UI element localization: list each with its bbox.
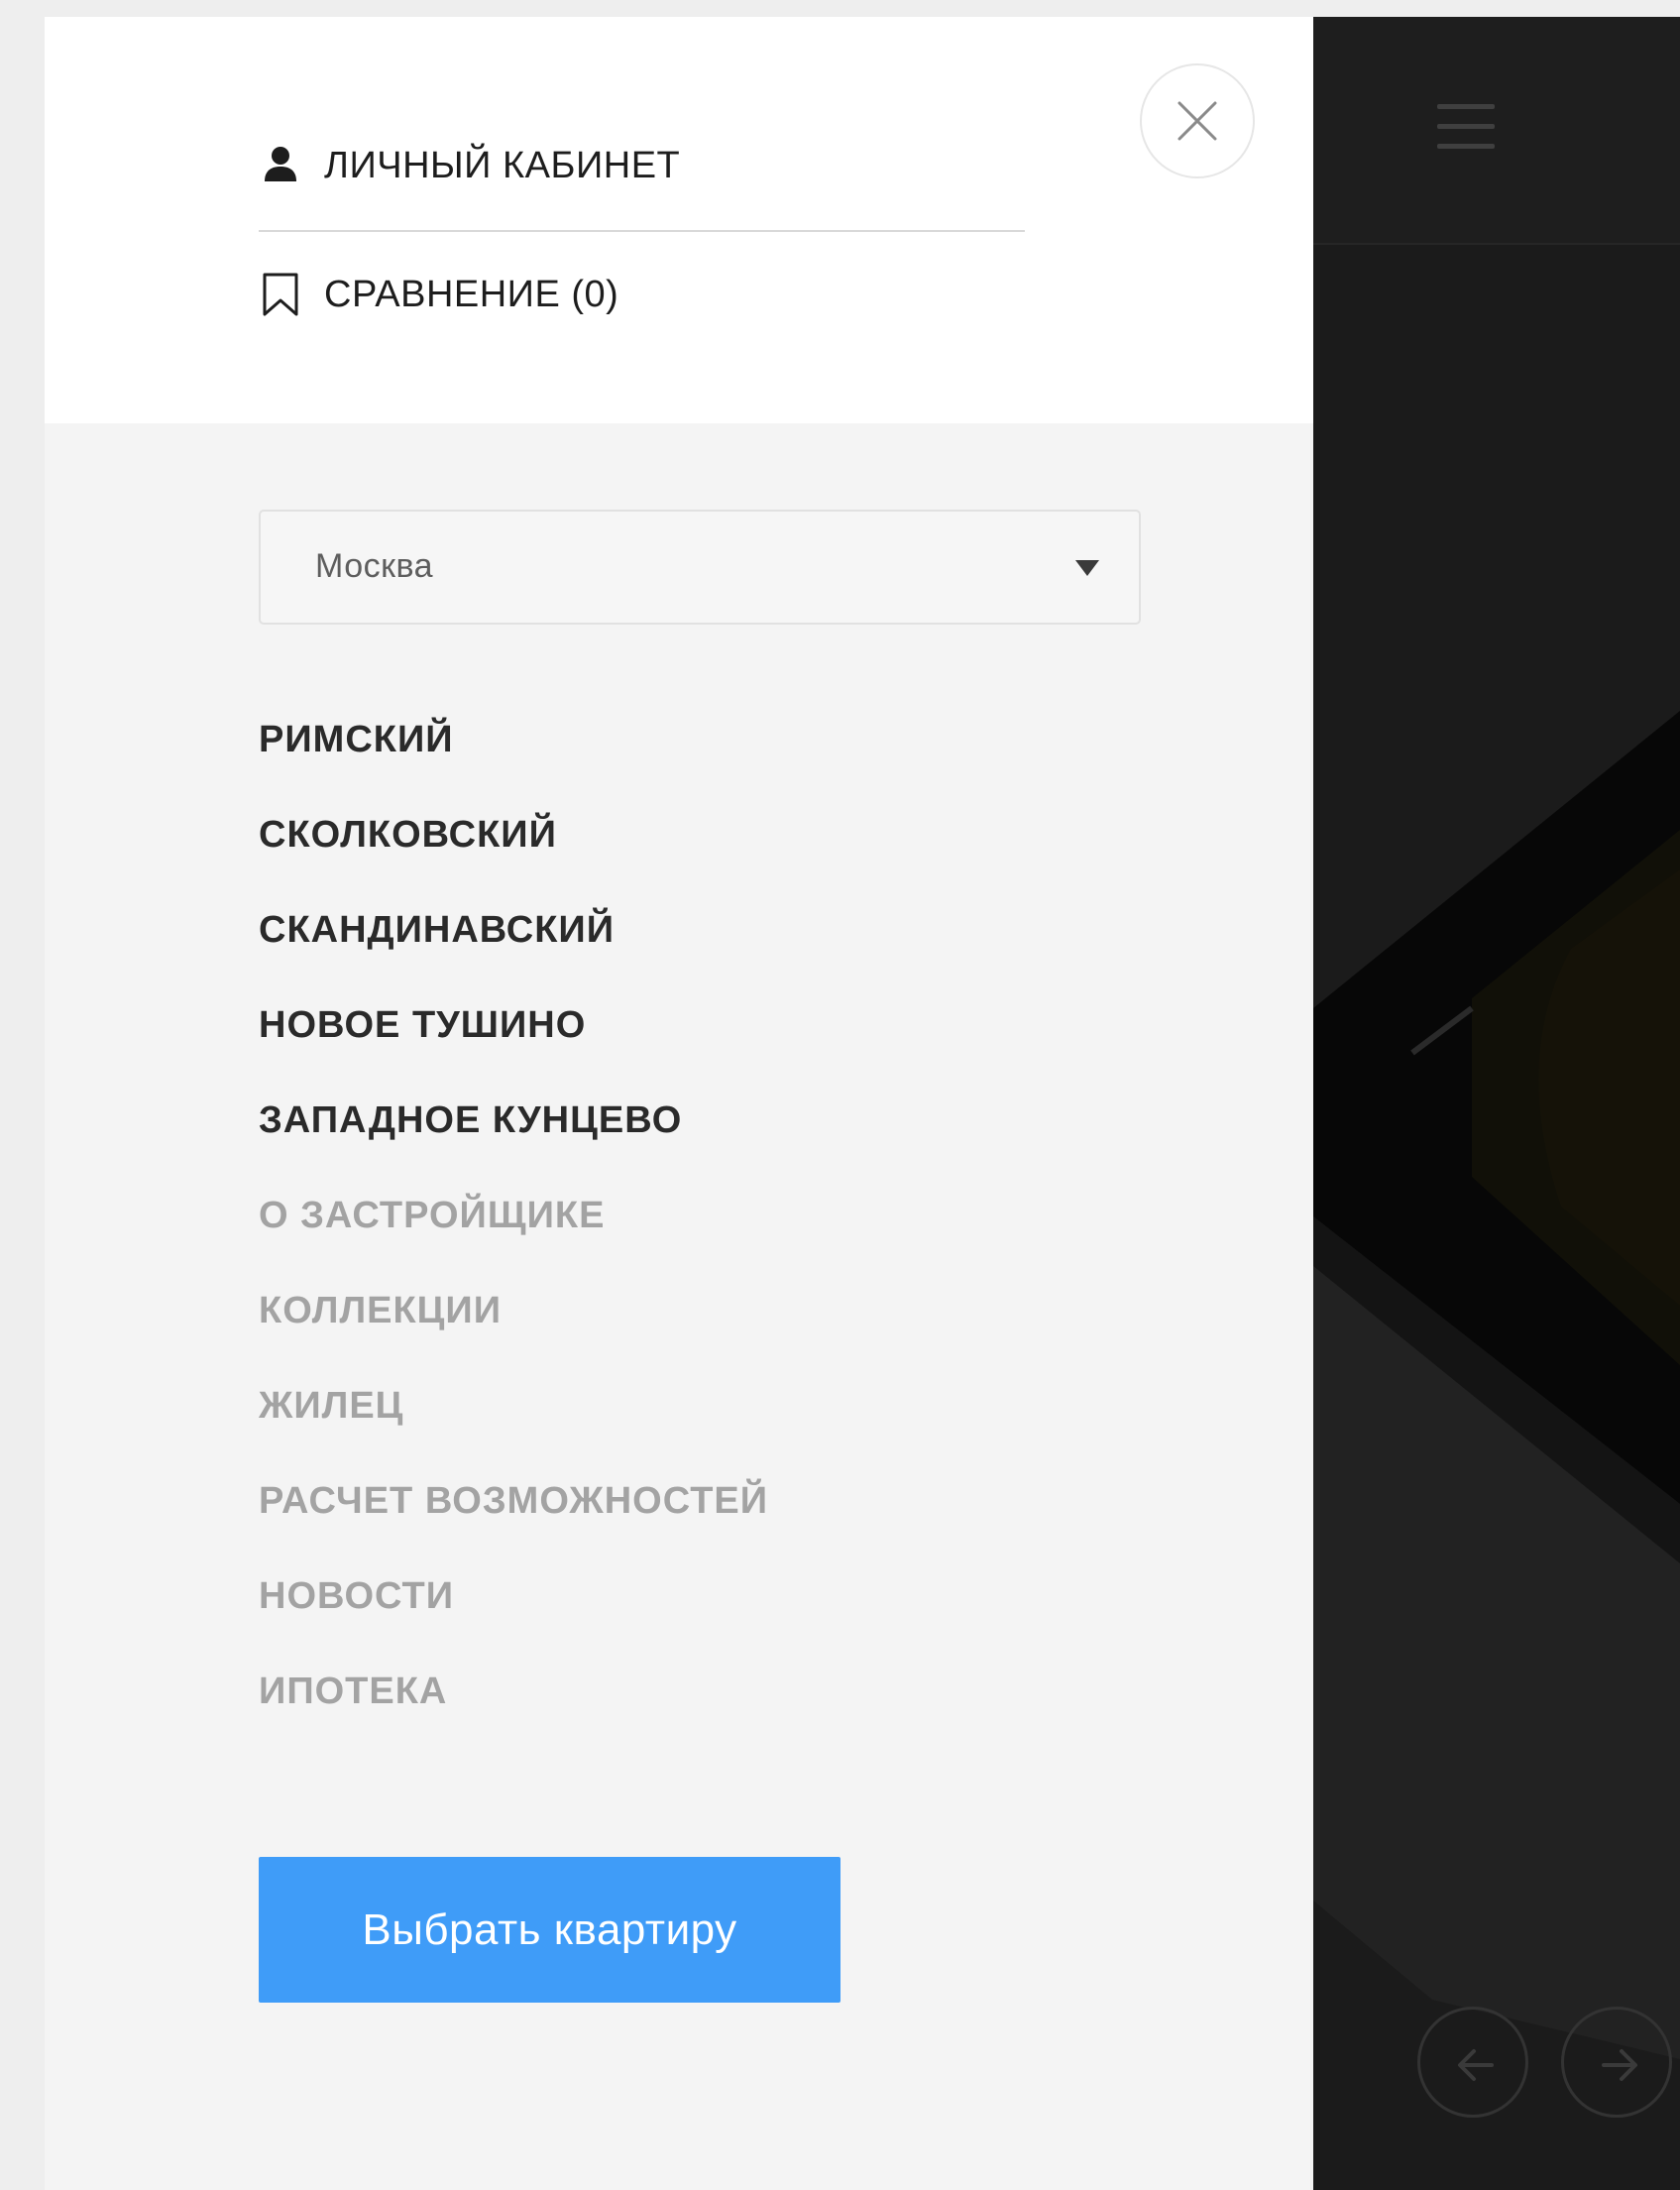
hamburger-icon[interactable] — [1437, 104, 1495, 150]
close-icon — [1177, 101, 1217, 141]
nav-item-skolkovsky[interactable]: СКОЛКОВСКИЙ — [259, 809, 768, 904]
compare-link[interactable]: СРАВНЕНИЕ (0) — [259, 273, 618, 316]
background-page — [1313, 17, 1680, 2190]
choose-apartment-button[interactable]: Выбрать квартиру — [259, 1857, 840, 2003]
hero-artwork — [1313, 17, 1680, 2190]
slider-next-button[interactable] — [1561, 2007, 1672, 2118]
personal-account-link[interactable]: ЛИЧНЫЙ КАБИНЕТ — [259, 144, 680, 187]
main-nav-list: РИМСКИЙ СКОЛКОВСКИЙ СКАНДИНАВСКИЙ НОВОЕ … — [259, 714, 768, 1761]
city-select[interactable]: Москва — [259, 510, 1141, 625]
nav-item-mortgage[interactable]: ИПОТЕКА — [259, 1666, 768, 1761]
close-menu-button[interactable] — [1140, 63, 1255, 178]
nav-item-zapadnoe-kuntsevo[interactable]: ЗАПАДНОЕ КУНЦЕВО — [259, 1095, 768, 1190]
caret-down-icon — [1075, 560, 1099, 576]
city-select-value: Москва — [315, 547, 434, 585]
browser-viewport: ЛИЧНЫЙ КАБИНЕТ СРАВНЕНИЕ (0) Москва РИМС… — [45, 17, 1680, 2190]
slider-prev-button[interactable] — [1417, 2007, 1528, 2118]
side-menu-drawer: ЛИЧНЫЙ КАБИНЕТ СРАВНЕНИЕ (0) Москва РИМС… — [45, 17, 1313, 2190]
arrow-right-icon — [1602, 2049, 1637, 2081]
bookmark-icon — [263, 273, 298, 316]
compare-label: СРАВНЕНИЕ (0) — [324, 273, 619, 315]
user-icon — [265, 147, 296, 181]
divider — [259, 230, 1025, 232]
nav-item-about-developer[interactable]: О ЗАСТРОЙЩИКЕ — [259, 1190, 768, 1285]
arrow-left-icon — [1458, 2049, 1494, 2081]
nav-item-rimsky[interactable]: РИМСКИЙ — [259, 714, 768, 809]
nav-item-novoe-tushino[interactable]: НОВОЕ ТУШИНО — [259, 999, 768, 1095]
nav-item-collections[interactable]: КОЛЛЕКЦИИ — [259, 1285, 768, 1380]
background-header — [1313, 17, 1680, 245]
drawer-account-section: ЛИЧНЫЙ КАБИНЕТ СРАВНЕНИЕ (0) — [45, 17, 1313, 423]
nav-item-resident[interactable]: ЖИЛЕЦ — [259, 1380, 768, 1475]
nav-item-skandinavsky[interactable]: СКАНДИНАВСКИЙ — [259, 904, 768, 999]
nav-item-calculation[interactable]: РАСЧЕТ ВОЗМОЖНОСТЕЙ — [259, 1475, 768, 1570]
personal-account-label: ЛИЧНЫЙ КАБИНЕТ — [324, 144, 681, 186]
nav-item-news[interactable]: НОВОСТИ — [259, 1570, 768, 1666]
